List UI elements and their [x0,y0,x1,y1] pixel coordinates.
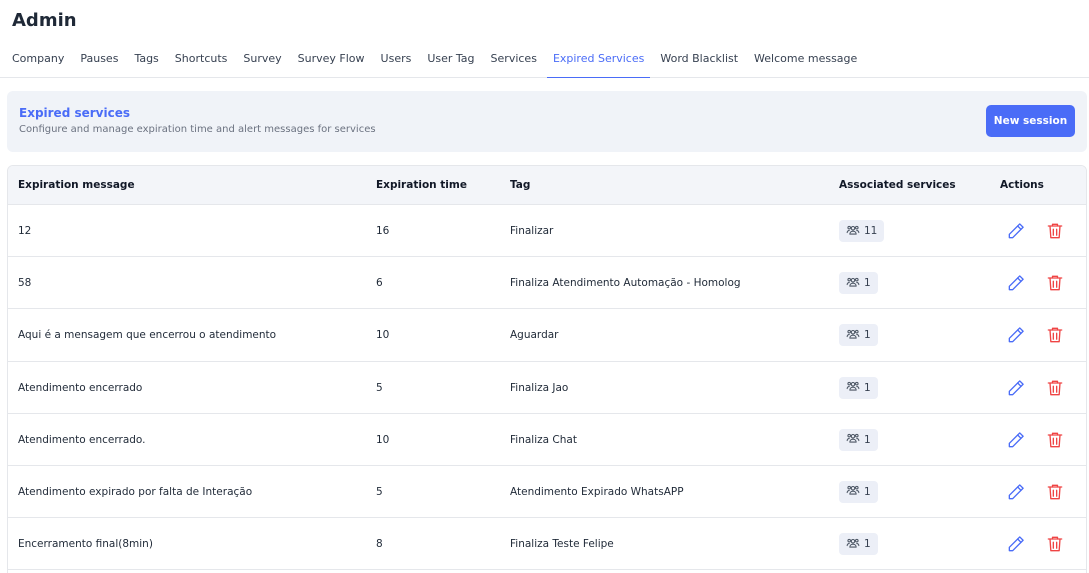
table-row: Aqui é a mensagem que encerrou o atendim… [8,309,1086,362]
cell-expiration-time: 16 [376,225,390,237]
services-count: 1 [864,329,871,342]
users-group-icon [846,483,860,500]
trash-icon[interactable] [1045,221,1065,241]
tab-expired-services[interactable]: Expired Services [546,40,651,78]
cell-tag: Aguardar [510,329,559,342]
tab-word-blacklist[interactable]: Word Blacklist [660,40,738,78]
cell-expiration-message: Atendimento encerrado. [18,433,146,446]
cell-tag: Finaliza Jao [510,381,569,394]
trash-icon[interactable] [1045,534,1065,554]
associated-services-badge[interactable]: 1 [839,376,878,399]
associated-services-badge[interactable]: 1 [839,480,878,503]
new-session-button[interactable]: New session [986,105,1075,137]
trash-icon[interactable] [1045,325,1065,345]
header-expiration-message: Expiration message [18,179,135,191]
table-row: 12 16 Finalizar 11 [8,205,1086,258]
cell-expiration-time: 5 [376,381,383,394]
users-group-icon [846,431,860,448]
table-row: Encerramento final(8min) 8 Finaliza Teste … [8,518,1086,571]
trash-icon[interactable] [1045,378,1065,398]
cell-expiration-message: 12 [18,225,32,237]
pencil-icon[interactable] [1006,430,1026,450]
pencil-icon[interactable] [1006,378,1026,398]
table-row: Atendimento expirado por falta de Intera… [8,466,1086,519]
associated-services-badge[interactable]: 1 [839,324,878,347]
tab-user-tag[interactable]: User Tag [427,40,474,78]
banner-subtitle: Configure and manage expiration time and… [19,124,376,135]
trash-icon[interactable] [1045,273,1065,293]
users-group-icon [846,379,860,396]
associated-services-badge[interactable]: 1 [839,428,878,451]
pencil-icon[interactable] [1006,534,1026,554]
expired-services-banner: Expired services Configure and manage ex… [7,91,1087,152]
cell-expiration-time: 8 [376,538,383,551]
cell-tag: Finaliza Chat [510,433,577,446]
cell-tag: Finalizar [510,225,554,237]
tab-company[interactable]: Company [12,40,64,78]
pencil-icon[interactable] [1006,482,1026,502]
services-count: 1 [864,277,871,290]
tab-shortcuts[interactable]: Shortcuts [175,40,228,78]
cell-expiration-time: 6 [376,277,383,290]
header-associated-services: Associated services [839,179,956,191]
expired-services-table: Expiration message Expiration time Tag A… [7,165,1087,573]
services-count: 1 [864,538,871,551]
table-row: 58 6 Finaliza Atendimento Automação - Homo… [8,257,1086,310]
table-row: Atendimento encerrado. 10 Finaliza Chat 1 [8,414,1086,466]
cell-tag: Atendimento Expirado WhatsAPP [510,485,684,498]
pencil-icon[interactable] [1006,221,1026,241]
trash-icon[interactable] [1045,430,1065,450]
tab-survey[interactable]: Survey [243,40,281,78]
table-header: Expiration message Expiration time Tag A… [8,166,1086,205]
cell-expiration-time: 10 [376,433,390,446]
tab-pauses[interactable]: Pauses [80,40,118,78]
cell-expiration-message: Atendimento encerrado [18,381,143,394]
table-body: 12 16 Finalizar 11 58 6 Finaliza Atendimento A… [8,205,1086,571]
cell-expiration-message: Aqui é a mensagem que encerrou o atendim… [18,329,277,342]
services-count: 1 [864,485,871,498]
associated-services-badge[interactable]: 11 [839,220,885,242]
cell-expiration-message: Atendimento expirado por falta de Intera… [18,485,253,498]
cell-expiration-message: 58 [18,277,32,290]
header-tag: Tag [510,179,531,191]
users-group-icon [846,223,860,240]
tab-welcome-message[interactable]: Welcome message [754,40,857,78]
services-count: 1 [864,381,871,394]
page-title: Admin [12,10,77,31]
cell-tag: Finaliza Teste Felipe [510,538,614,551]
cell-tag: Finaliza Atendimento Automação - Homolog [510,277,741,290]
cell-expiration-time: 10 [376,329,390,342]
users-group-icon [846,275,860,292]
header-expiration-time: Expiration time [376,179,467,191]
tab-users[interactable]: Users [381,40,412,78]
associated-services-badge[interactable]: 1 [839,272,878,295]
trash-icon[interactable] [1045,482,1065,502]
tab-bar: Company Pauses Tags Shortcuts Survey Survey F… [0,40,1089,78]
tab-services[interactable]: Services [491,40,537,78]
users-group-icon [846,327,860,344]
services-count: 11 [864,225,878,237]
header-actions: Actions [1000,179,1044,191]
table-row: Atendimento encerrado 5 Finaliza Jao 1 [8,362,1086,414]
associated-services-badge[interactable]: 1 [839,533,878,556]
tab-survey-flow[interactable]: Survey Flow [298,40,365,78]
users-group-icon [846,536,860,553]
banner-title: Expired services [19,106,130,120]
pencil-icon[interactable] [1006,325,1026,345]
services-count: 1 [864,433,871,446]
cell-expiration-time: 5 [376,485,383,498]
pencil-icon[interactable] [1006,273,1026,293]
tab-tags[interactable]: Tags [134,40,158,78]
cell-expiration-message: Encerramento final(8min) [18,538,153,551]
